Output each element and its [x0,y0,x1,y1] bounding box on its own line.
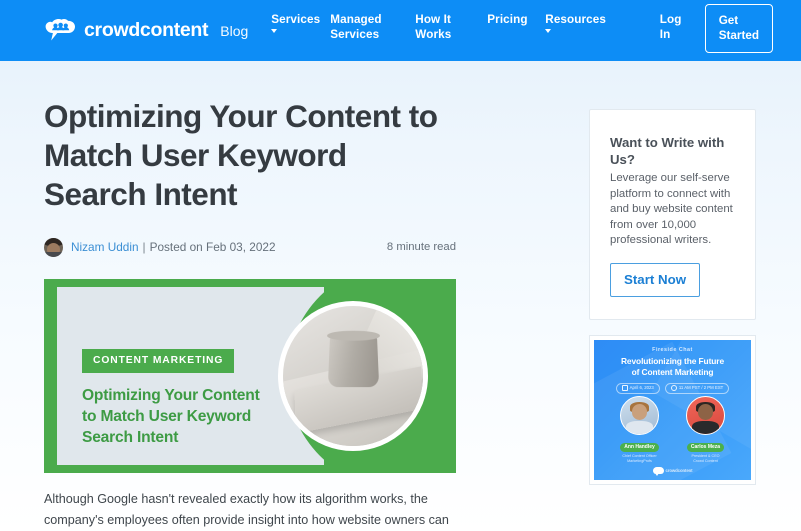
read-time: 8 minute read [386,241,456,253]
featured-image-panel: CONTENT MARKETING Optimizing Your Conten… [57,287,442,465]
get-started-button[interactable]: Get Started [704,4,773,53]
chevron-down-icon [545,29,552,33]
avatar [44,237,63,257]
sidebar: Want to Write with Us? Leverage our self… [589,109,756,485]
promo-logo: crowdcontent [594,466,751,476]
nav-item-services-label: Services [271,13,321,26]
start-now-button[interactable]: Start Now [610,262,701,297]
featured-photo [278,301,428,451]
posted-date: Posted on Feb 03, 2022 [149,240,276,254]
promo-eyebrow: Fireside Chat [652,346,693,353]
main-content: Optimizing Your Content to Match User Ke… [0,61,801,531]
promo-date-text: April 6, 2023 [629,385,654,391]
write-with-us-card: Want to Write with Us? Leverage our self… [589,109,756,320]
speaker-avatar [686,395,725,435]
author-link[interactable]: Nizam Uddin [71,240,139,254]
article-body: Although Google hasn't revealed exactly … [44,492,449,527]
crowd-cloud-icon [44,18,77,44]
nav-item-managed-services[interactable]: Managed Services [330,12,415,42]
speaker-card: Ann Handley Chief Content Officer Market… [617,395,663,465]
speaker-name: Ann Handley [620,442,659,452]
featured-category-badge: CONTENT MARKETING [82,349,235,373]
nav-item-pricing[interactable]: Pricing [487,12,545,27]
nav-item-services[interactable]: Services [271,12,330,33]
speaker-name: Carlos Meza [686,442,725,452]
site-header: crowdcontent Blog Services Managed Servi… [0,0,801,61]
featured-heading: Optimizing Your Content to Match User Ke… [82,387,260,446]
clock-icon [670,385,677,392]
speaker-role: Chief Content Officer MarketingProfs [622,454,657,464]
nav-item-managed-services-label: Managed Services [330,13,382,41]
calendar-icon [621,385,628,392]
chevron-down-icon [271,29,278,33]
promo-meta: April 6, 2023 11 AM PST / 2 PM EST [594,382,751,394]
featured-image[interactable]: CONTENT MARKETING Optimizing Your Conten… [44,279,456,473]
nav-item-pricing-label: Pricing [487,13,528,26]
fireside-chat-promo[interactable]: Fireside Chat Revolutionizing the Future… [589,334,756,485]
header-actions: Log In Get Started [660,0,773,61]
nav-item-resources-label: Resources [545,13,606,26]
crowd-cloud-icon [652,466,664,476]
cta-title: Want to Write with Us? [610,135,725,167]
primary-nav: Services Managed Services How It Works P… [271,0,606,61]
login-link[interactable]: Log In [660,12,705,42]
promo-time-text: 11 AM PST / 2 PM EST [678,385,724,391]
login-label: Log In [659,13,682,41]
nav-item-how-it-works[interactable]: How It Works [415,12,487,42]
promo-time-chip: 11 AM PST / 2 PM EST [664,382,730,394]
promo-title: Revolutionizing the Future of Content Ma… [620,355,724,377]
byline-separator: | [142,240,146,254]
speaker-role: President & CEO Crowd Content [691,454,720,464]
speaker-card: Carlos Meza President & CEO Crowd Conten… [683,395,729,465]
logo-blog-text: Blog [220,22,249,39]
page-root: crowdcontent Blog Services Managed Servi… [0,0,801,531]
page-title: Optimizing Your Content to Match User Ke… [44,98,438,212]
byline: Nizam Uddin | Posted on Feb 03, 2022 8 m… [44,236,456,258]
site-logo[interactable]: crowdcontent Blog [44,18,248,44]
nav-item-how-it-works-label: How It Works [415,13,452,41]
article-column: Optimizing Your Content to Match User Ke… [44,97,456,531]
promo-date-chip: April 6, 2023 [615,382,660,394]
nav-item-resources[interactable]: Resources [545,12,606,33]
cta-body: Leverage our self-serve platform to conn… [610,172,733,247]
promo-logo-text: crowdcontent [665,467,693,473]
promo-banner: Fireside Chat Revolutionizing the Future… [594,339,751,480]
logo-brand-text: crowdcontent [84,18,209,41]
promo-speakers: Ann Handley Chief Content Officer Market… [594,395,751,465]
speaker-avatar [620,395,659,435]
